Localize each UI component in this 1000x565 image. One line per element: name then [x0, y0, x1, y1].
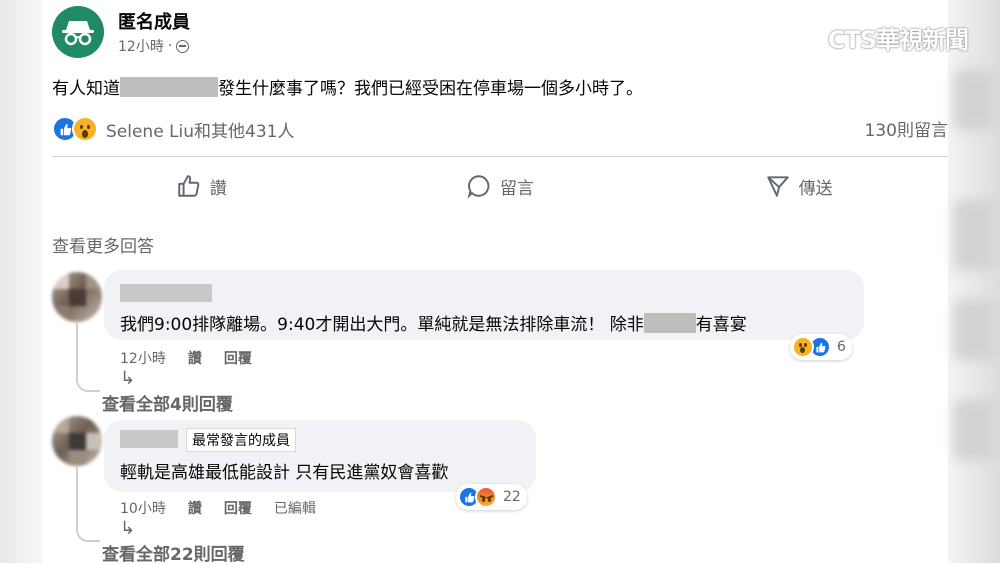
reaction-names: Selene Liu和其他431人	[106, 121, 295, 142]
blurred-left-edge	[0, 0, 42, 563]
wow-reaction-icon	[72, 116, 98, 142]
reaction-count: 6	[837, 339, 846, 355]
comment-like-button[interactable]: 讚	[188, 498, 202, 518]
comment-icon	[467, 175, 490, 199]
redacted-commenter-name[interactable]	[120, 284, 212, 302]
post-meta: 12小時 ·	[118, 36, 190, 56]
comment-meta: 12小時 讚 回覆	[120, 348, 252, 368]
share-button-label: 傳送	[798, 178, 833, 199]
like-button-label: 讚	[209, 178, 227, 199]
post-text-start: 有人知道	[52, 79, 120, 99]
comment-bubble: 最常發言的成員 輕軌是高雄最低能設計 只有民進黨奴會喜歡	[104, 420, 536, 492]
post-action-bar: 讚 留言 傳送	[52, 164, 948, 208]
comment-reactions[interactable]: 22	[456, 484, 527, 510]
divider-top	[52, 156, 948, 157]
comment-count-link[interactable]: 130則留言	[865, 116, 948, 141]
reaction-count: 22	[503, 489, 521, 505]
incognito-icon	[62, 21, 94, 46]
reply-arrow-icon: ↳	[120, 518, 136, 539]
post-text-end: 發生什麼事了嗎？我們已經受困在停車場一個多小時了。	[218, 79, 643, 99]
angry-reaction-icon	[475, 486, 497, 508]
comment-time[interactable]: 12小時	[120, 348, 166, 368]
thumbs-up-icon	[178, 175, 200, 197]
wow-reaction-icon	[792, 336, 814, 358]
edited-label: 已編輯	[273, 501, 316, 517]
redacted-location	[120, 76, 218, 97]
comment-text: 輕軌是高雄最低能設計 只有民進黨奴會喜歡	[120, 463, 449, 483]
meta-separator: ·	[167, 38, 173, 54]
comment-text-start: 我們9:00排隊離場。9:40才開出大門。單純就是無法排除車流！ 除非	[120, 315, 644, 335]
comment-reply-button[interactable]: 回覆	[224, 498, 252, 518]
anonymous-avatar[interactable]	[52, 6, 104, 58]
comment-time[interactable]: 10小時	[120, 498, 166, 518]
comment-button-label: 留言	[500, 178, 534, 199]
group-privacy-icon	[176, 39, 190, 53]
redacted-venue	[643, 312, 696, 333]
cts-news-watermark: CTS華視新聞	[827, 26, 969, 54]
comment-reply-button[interactable]: 回覆	[224, 348, 252, 368]
blurred-right-edge	[948, 0, 1000, 563]
comment-button[interactable]: 留言	[351, 164, 650, 208]
comment-reactions[interactable]: 6	[790, 334, 852, 360]
redacted-commenter-name[interactable]	[120, 430, 178, 448]
reply-arrow-icon: ↳	[120, 368, 136, 389]
top-contributor-badge: 最常發言的成員	[186, 428, 296, 452]
comment-bubble: 我們9:00排隊離場。9:40才開出大門。單純就是無法排除車流！ 除非 有喜宴	[104, 270, 864, 340]
thread-connector	[76, 466, 100, 542]
comment-text-end: 有喜宴	[695, 315, 747, 335]
comment-like-button[interactable]: 讚	[188, 348, 202, 368]
view-more-answers-link[interactable]: 查看更多回答	[52, 232, 154, 257]
send-icon	[766, 176, 789, 197]
share-button[interactable]: 傳送	[649, 164, 948, 208]
post-time[interactable]: 12小時	[118, 36, 164, 56]
like-button[interactable]: 讚	[52, 164, 351, 208]
reaction-summary[interactable]: Selene Liu和其他431人	[52, 116, 295, 142]
poster-name[interactable]: 匿名成員	[118, 8, 190, 34]
view-all-replies-link[interactable]: 查看全部4則回覆	[102, 390, 233, 415]
comment-text: 我們9:00排隊離場。9:40才開出大門。單純就是無法排除車流！ 除非 有喜宴	[120, 310, 747, 335]
thread-connector	[76, 322, 100, 392]
view-all-replies-link[interactable]: 查看全部22則回覆	[102, 540, 245, 565]
commenter-avatar-blurred[interactable]	[52, 272, 102, 322]
post-body: 有人知道 發生什麼事了嗎？我們已經受困在停車場一個多小時了。	[52, 74, 643, 99]
commenter-avatar-blurred[interactable]	[52, 416, 102, 466]
comment-meta: 10小時 讚 回覆 已編輯	[120, 498, 316, 518]
